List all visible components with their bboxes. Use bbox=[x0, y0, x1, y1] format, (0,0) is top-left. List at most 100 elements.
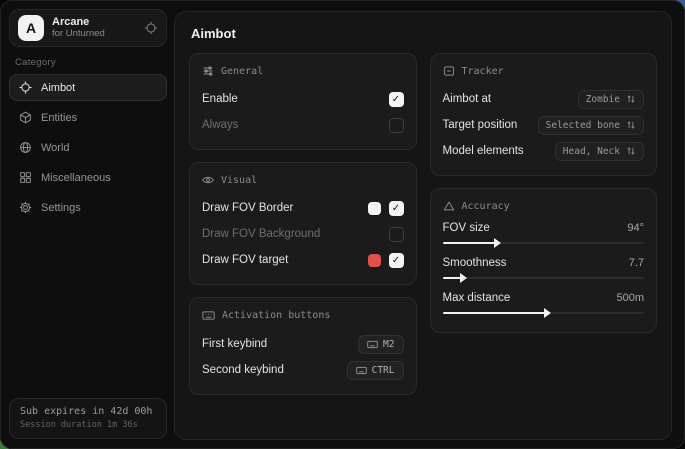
visual-card: Visual Draw FOV Border Draw FOV Backgrou… bbox=[189, 162, 417, 285]
always-checkbox[interactable] bbox=[389, 118, 404, 133]
first-keybind-value: M2 bbox=[383, 339, 394, 350]
setting-row: Draw FOV target bbox=[202, 248, 404, 272]
sidebar-item-entities[interactable]: Entities bbox=[9, 104, 167, 131]
subscription-status-card: Sub expires in 42d 00h Session duration … bbox=[9, 398, 167, 439]
smoothness-value: 7.7 bbox=[629, 257, 644, 269]
up-down-arrows-icon bbox=[626, 146, 636, 156]
tracker-card: Tracker Aimbot at Zombie bbox=[430, 53, 658, 176]
visual-section-title: Visual bbox=[221, 175, 257, 186]
target-position-label: Target position bbox=[443, 119, 518, 131]
sidebar-item-label: Entities bbox=[41, 112, 77, 124]
app-header: A Arcane for Unturned bbox=[9, 9, 167, 47]
session-duration-text: Session duration 1m 36s bbox=[20, 420, 156, 430]
category-label: Category bbox=[15, 57, 161, 68]
sidebar-item-label: Miscellaneous bbox=[41, 172, 111, 184]
main-panel: Aimbot General bbox=[174, 11, 672, 440]
cheat-menu-window: A Arcane for Unturned Category bbox=[0, 0, 685, 449]
draw-fov-target-label: Draw FOV target bbox=[202, 254, 288, 266]
aimbot-at-label: Aimbot at bbox=[443, 93, 492, 105]
app-logo: A bbox=[18, 15, 44, 41]
fov-size-slider[interactable] bbox=[443, 238, 645, 248]
setting-row: Aimbot at Zombie bbox=[443, 87, 645, 111]
up-down-arrows-icon bbox=[626, 120, 636, 130]
first-keybind-button[interactable]: M2 bbox=[358, 335, 403, 354]
max-distance-slider[interactable] bbox=[443, 308, 645, 318]
draw-fov-border-checkbox[interactable] bbox=[389, 201, 404, 216]
accuracy-card: Accuracy FOV size 94° bbox=[430, 188, 658, 333]
sidebar-item-label: Aimbot bbox=[41, 82, 75, 94]
globe-icon bbox=[19, 141, 32, 154]
cube-icon bbox=[19, 111, 32, 124]
sidebar-item-miscellaneous[interactable]: Miscellaneous bbox=[9, 164, 167, 191]
slider-thumb[interactable] bbox=[544, 308, 551, 318]
crosshair-icon bbox=[19, 81, 32, 94]
model-elements-value: Head, Neck bbox=[563, 146, 620, 157]
page-title: Aimbot bbox=[191, 26, 657, 41]
activation-section-title: Activation buttons bbox=[222, 310, 330, 321]
smoothness-slider-group: Smoothness 7.7 bbox=[443, 257, 645, 283]
sub-expiry-text: Sub expires in 42d 00h bbox=[20, 406, 156, 417]
target-position-value: Selected bone bbox=[546, 120, 620, 131]
scope-icon[interactable] bbox=[144, 21, 158, 35]
enable-checkbox[interactable] bbox=[389, 92, 404, 107]
tracker-section-title: Tracker bbox=[462, 66, 504, 77]
second-keybind-label: Second keybind bbox=[202, 364, 284, 376]
slider-thumb[interactable] bbox=[460, 273, 467, 283]
general-card: General Enable Always bbox=[189, 53, 417, 150]
keyboard-icon bbox=[202, 309, 215, 322]
setting-row: Draw FOV Background bbox=[202, 222, 404, 246]
app-name: Arcane bbox=[52, 16, 136, 29]
fov-target-color-swatch[interactable] bbox=[368, 254, 381, 267]
smoothness-slider[interactable] bbox=[443, 273, 645, 283]
second-keybind-value: CTRL bbox=[372, 365, 395, 376]
setting-row: Second keybind CTRL bbox=[202, 358, 404, 382]
second-keybind-button[interactable]: CTRL bbox=[347, 361, 404, 380]
keyboard-icon bbox=[367, 339, 378, 350]
sliders-icon bbox=[202, 65, 214, 77]
activation-buttons-card: Activation buttons First keybind M2 bbox=[189, 297, 417, 395]
slider-thumb[interactable] bbox=[494, 238, 501, 248]
sidebar-item-world[interactable]: World bbox=[9, 134, 167, 161]
left-column: General Enable Always bbox=[189, 53, 417, 395]
max-distance-value: 500m bbox=[616, 292, 644, 304]
target-position-select[interactable]: Selected bone bbox=[538, 116, 644, 135]
setting-row: Enable bbox=[202, 87, 404, 111]
model-elements-select[interactable]: Head, Neck bbox=[555, 142, 644, 161]
always-label: Always bbox=[202, 119, 238, 131]
model-elements-label: Model elements bbox=[443, 145, 524, 157]
grid-icon bbox=[19, 171, 32, 184]
up-down-arrows-icon bbox=[626, 94, 636, 104]
aimbot-at-value: Zombie bbox=[586, 94, 620, 105]
setting-row: Draw FOV Border bbox=[202, 196, 404, 220]
eye-icon bbox=[202, 174, 214, 186]
fov-size-value: 94° bbox=[627, 222, 644, 234]
sidebar-item-settings[interactable]: Settings bbox=[9, 194, 167, 221]
setting-row: First keybind M2 bbox=[202, 332, 404, 356]
keyboard-icon bbox=[356, 365, 367, 376]
draw-fov-background-label: Draw FOV Background bbox=[202, 228, 320, 240]
max-distance-label: Max distance bbox=[443, 292, 511, 304]
sidebar: A Arcane for Unturned Category bbox=[1, 1, 175, 448]
app-subtitle: for Unturned bbox=[52, 29, 136, 40]
accuracy-section-title: Accuracy bbox=[462, 201, 510, 212]
smoothness-label: Smoothness bbox=[443, 257, 507, 269]
max-distance-slider-group: Max distance 500m bbox=[443, 292, 645, 318]
gear-icon bbox=[19, 201, 32, 214]
triangle-icon bbox=[443, 200, 455, 212]
draw-fov-background-checkbox[interactable] bbox=[389, 227, 404, 242]
fov-size-slider-group: FOV size 94° bbox=[443, 222, 645, 248]
first-keybind-label: First keybind bbox=[202, 338, 267, 350]
sidebar-item-aimbot[interactable]: Aimbot bbox=[9, 74, 167, 101]
draw-fov-border-label: Draw FOV Border bbox=[202, 202, 293, 214]
box-dash-icon bbox=[443, 65, 455, 77]
sidebar-item-label: World bbox=[41, 142, 70, 154]
fov-border-color-swatch[interactable] bbox=[368, 202, 381, 215]
enable-label: Enable bbox=[202, 93, 238, 105]
general-section-title: General bbox=[221, 66, 263, 77]
setting-row: Always bbox=[202, 113, 404, 137]
setting-row: Model elements Head, Neck bbox=[443, 139, 645, 163]
aimbot-at-select[interactable]: Zombie bbox=[578, 90, 644, 109]
fov-size-label: FOV size bbox=[443, 222, 490, 234]
draw-fov-target-checkbox[interactable] bbox=[389, 253, 404, 268]
sidebar-nav: Aimbot Entities bbox=[1, 74, 175, 221]
